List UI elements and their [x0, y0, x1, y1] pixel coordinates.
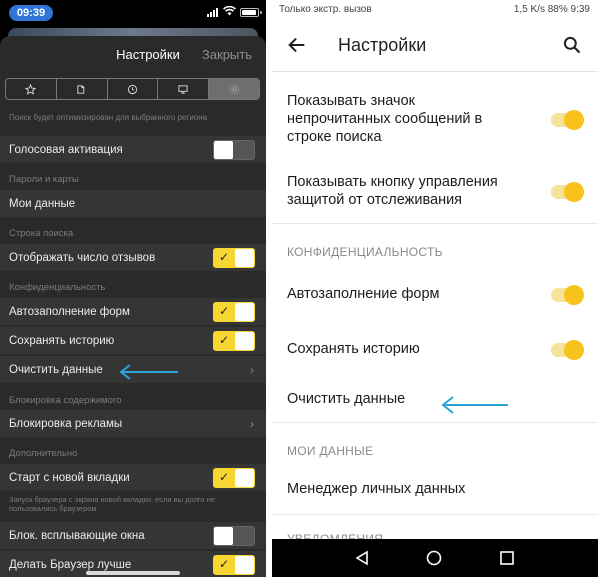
check-icon: ✓ — [219, 556, 230, 571]
status-carrier: Только экстр. вызов — [279, 4, 372, 15]
tab-devices[interactable] — [158, 79, 210, 99]
nav-recents-icon[interactable] — [500, 551, 514, 565]
make-better-label: Делать Браузер лучше — [9, 558, 132, 571]
divider — [272, 223, 598, 224]
book-icon — [77, 84, 85, 94]
clock-icon — [127, 84, 138, 94]
search-icon[interactable] — [562, 35, 582, 55]
tab-history[interactable] — [108, 79, 159, 99]
personal-data-manager-label: Менеджер личных данных — [287, 481, 466, 497]
section-privacy: КОНФИДЕНЦИАЛЬНОСТЬ — [287, 245, 443, 259]
status-indicators: 1,5 K/s 88% 9:39 — [513, 4, 590, 15]
save-history-row[interactable]: Сохранять историю ✓ — [0, 327, 266, 354]
status-time: 09:39 — [9, 5, 53, 21]
autofill-toggle[interactable]: ✓ — [213, 301, 255, 322]
android-nav-bar — [272, 539, 598, 577]
page-title: Настройки — [338, 35, 427, 55]
personal-data-manager-row[interactable]: Менеджер личных данных — [272, 480, 598, 502]
settings-sheet: Настройки Закрыть Поиск будет оптимизиро… — [0, 36, 266, 577]
tracking-button-label: Показывать кнопку управления защитой от … — [287, 174, 498, 208]
monitor-icon — [178, 84, 188, 94]
show-reviews-label: Отображать число отзывов — [9, 251, 156, 264]
new-tab-start-row[interactable]: Старт с новой вкладки ✓ — [0, 464, 266, 491]
unread-badge-label: Показывать значок непрочитанных сообщени… — [287, 93, 483, 145]
check-icon: ✓ — [219, 332, 230, 347]
nav-home-icon[interactable] — [426, 550, 442, 566]
section-passwords: Пароли и карты — [9, 174, 79, 185]
block-popups-row[interactable]: Блок. всплывающие окна — [0, 522, 266, 549]
settings-tab-bar — [5, 78, 260, 100]
block-popups-label: Блок. всплывающие окна — [9, 529, 145, 542]
new-tab-start-label: Старт с новой вкладки — [9, 471, 130, 484]
show-reviews-row[interactable]: Отображать число отзывов ✓ — [0, 244, 266, 271]
tab-bookmarks[interactable] — [6, 79, 57, 99]
android-screenshot: Только экстр. вызов 1,5 K/s 88% 9:39 Нас… — [272, 0, 598, 577]
close-button[interactable]: Закрыть — [202, 47, 252, 62]
wifi-icon — [223, 6, 236, 16]
divider — [272, 422, 598, 423]
android-status-bar: Только экстр. вызов 1,5 K/s 88% 9:39 — [272, 0, 598, 20]
my-data-label: Мои данные — [9, 197, 76, 210]
my-data-row[interactable]: Мои данные — [0, 190, 266, 217]
region-hint: Поиск будет оптимизирован для выбранного… — [9, 113, 208, 122]
save-history-label: Сохранять историю — [287, 341, 420, 357]
show-reviews-toggle[interactable]: ✓ — [213, 247, 255, 268]
section-additional: Дополнительно — [9, 448, 78, 459]
tracking-button-switch[interactable] — [551, 182, 584, 202]
battery-icon — [240, 8, 259, 17]
save-history-switch[interactable] — [551, 340, 584, 360]
save-history-row[interactable]: Сохранять историю — [272, 340, 598, 362]
tab-settings[interactable] — [209, 79, 259, 99]
ios-screenshot: 09:39 Настройки Закрыть Поиск будет опти… — [0, 0, 266, 577]
make-better-toggle[interactable]: ✓ — [213, 554, 255, 575]
sheet-header: Настройки Закрыть — [0, 36, 266, 76]
annotation-arrow-icon — [119, 364, 178, 380]
section-my-data: МОИ ДАННЫЕ — [287, 444, 374, 458]
save-history-toggle[interactable]: ✓ — [213, 330, 255, 351]
unread-badge-row[interactable]: Показывать значок непрочитанных сообщени… — [272, 92, 598, 152]
ad-block-row[interactable]: Блокировка рекламы › — [0, 410, 266, 437]
autofill-row[interactable]: Автозаполнение форм ✓ — [0, 298, 266, 325]
clear-data-label: Очистить данные — [9, 363, 103, 376]
autofill-label: Автозаполнение форм — [287, 286, 440, 302]
autofill-switch[interactable] — [551, 285, 584, 305]
star-icon — [25, 83, 37, 95]
app-bar: Настройки — [272, 20, 598, 72]
voice-activation-label: Голосовая активация — [9, 143, 123, 156]
back-arrow-icon[interactable] — [286, 34, 308, 56]
section-search: Строка поиска — [9, 228, 74, 239]
autofill-label: Автозаполнение форм — [9, 305, 130, 318]
check-icon: ✓ — [219, 249, 230, 264]
nav-back-icon[interactable] — [354, 550, 370, 566]
chevron-right-icon: › — [250, 416, 254, 431]
section-privacy: Конфиденциальность — [9, 282, 106, 293]
signal-icon — [207, 8, 218, 17]
clear-data-row[interactable]: Очистить данные — [272, 390, 598, 412]
new-tab-hint: Запуск браузера с экрана новой вкладки, … — [9, 495, 215, 513]
clear-data-label: Очистить данные — [287, 391, 406, 407]
gear-icon — [229, 84, 239, 94]
home-indicator[interactable] — [86, 571, 180, 575]
chevron-right-icon: › — [250, 362, 254, 377]
divider — [272, 514, 598, 515]
tracking-button-row[interactable]: Показывать кнопку управления защитой от … — [272, 173, 598, 213]
ad-block-label: Блокировка рекламы — [9, 417, 123, 430]
save-history-label: Сохранять историю — [9, 334, 115, 347]
tab-reading[interactable] — [57, 79, 108, 99]
check-icon: ✓ — [219, 303, 230, 318]
voice-activation-row[interactable]: Голосовая активация — [0, 136, 266, 163]
block-popups-toggle[interactable] — [213, 525, 255, 546]
check-icon: ✓ — [219, 469, 230, 484]
ios-status-bar: 09:39 — [0, 0, 266, 26]
unread-badge-switch[interactable] — [551, 110, 584, 130]
voice-activation-toggle[interactable] — [213, 139, 255, 160]
section-blocking: Блокировка содержимого — [9, 395, 122, 406]
autofill-row[interactable]: Автозаполнение форм — [272, 285, 598, 307]
annotation-arrow-icon — [441, 396, 508, 414]
new-tab-start-toggle[interactable]: ✓ — [213, 467, 255, 488]
